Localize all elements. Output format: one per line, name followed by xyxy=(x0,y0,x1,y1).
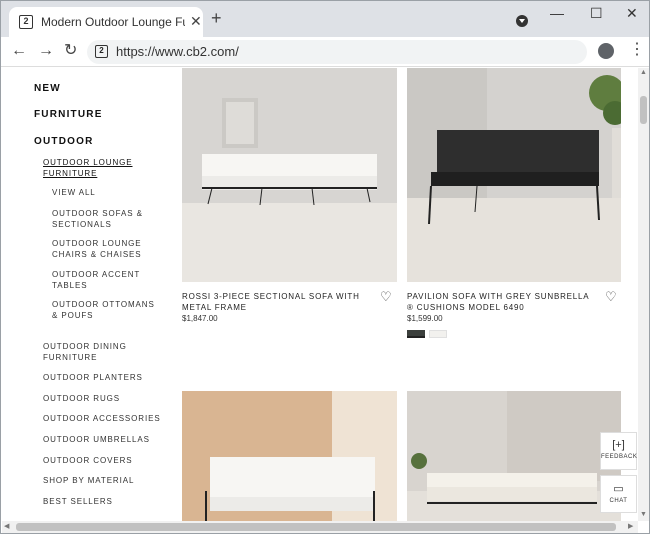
product-title[interactable]: ROSSI 3-PIECE SECTIONAL SOFA WITH METAL … xyxy=(182,291,378,313)
maximize-button[interactable]: ☐ xyxy=(590,5,603,22)
nav-shop-by-material[interactable]: SHOP BY MATERIAL xyxy=(43,475,163,486)
new-tab-button[interactable]: + xyxy=(211,9,222,27)
feedback-button[interactable]: [+] FEEDBACK xyxy=(600,432,637,470)
product-image-daybed-sofa[interactable] xyxy=(407,391,621,521)
scroll-left-icon[interactable]: ◀ xyxy=(4,522,9,530)
heart-icon[interactable]: ♡ xyxy=(605,290,617,303)
browser-menu-icon[interactable]: ⋮ xyxy=(629,41,645,59)
window-close-button[interactable]: ✕ xyxy=(626,5,638,22)
nav-outdoor-rugs[interactable]: OUTDOOR RUGS xyxy=(43,393,163,404)
minimize-button[interactable]: — xyxy=(550,5,564,21)
horizontal-scroll-thumb[interactable] xyxy=(16,523,616,531)
nav-outdoor[interactable]: OUTDOOR xyxy=(34,136,94,147)
tab-strip: 2 Modern Outdoor Lounge Furniture ✕ + — … xyxy=(1,1,649,37)
nav-outdoor-umbrellas[interactable]: OUTDOOR UMBRELLAS xyxy=(43,434,168,445)
color-swatch-dark[interactable] xyxy=(407,330,425,338)
vertical-scrollbar[interactable]: ▲ ▼ xyxy=(638,68,649,521)
product-price: $1,599.00 xyxy=(407,314,443,323)
feedback-label: FEEDBACK xyxy=(601,454,638,460)
product-image-rossi-sofa[interactable] xyxy=(182,68,397,282)
nav-outdoor-planters[interactable]: OUTDOOR PLANTERS xyxy=(43,372,163,383)
url-text[interactable]: https://www.cb2.com/ xyxy=(116,44,239,59)
nav-outdoor-accessories[interactable]: OUTDOOR ACCESSORIES xyxy=(43,413,168,424)
nav-outdoor-dining[interactable]: OUTDOOR DINING FURNITURE xyxy=(43,341,143,363)
scroll-right-icon[interactable]: ▶ xyxy=(628,522,633,530)
forward-arrow-icon[interactable]: → xyxy=(38,42,54,60)
tab-search-icon[interactable] xyxy=(516,15,528,27)
product-title[interactable]: PAVILION SOFA WITH GREY SUNBRELLA ® CUSH… xyxy=(407,291,597,313)
vertical-scroll-thumb[interactable] xyxy=(640,96,647,124)
browser-tab[interactable]: 2 Modern Outdoor Lounge Furniture ✕ xyxy=(9,7,203,37)
chat-icon: ▭ xyxy=(613,483,624,495)
nav-outdoor-lounge-chairs[interactable]: OUTDOOR LOUNGE CHAIRS & CHAISES xyxy=(52,238,152,260)
scroll-down-icon[interactable]: ▼ xyxy=(640,511,647,518)
chat-label: CHAT xyxy=(609,498,628,504)
scroll-up-icon[interactable]: ▲ xyxy=(640,69,647,76)
heart-icon[interactable]: ♡ xyxy=(380,290,392,303)
nav-furniture[interactable]: FURNITURE xyxy=(34,109,103,120)
horizontal-scrollbar[interactable]: ◀ ▶ xyxy=(2,521,638,533)
tab-title: Modern Outdoor Lounge Furniture xyxy=(41,15,185,29)
nav-view-all[interactable]: VIEW ALL xyxy=(52,187,152,198)
back-arrow-icon[interactable]: ← xyxy=(11,42,27,60)
address-bar[interactable]: 2 https://www.cb2.com/ xyxy=(87,40,587,64)
tab-close-icon[interactable]: ✕ xyxy=(190,14,202,28)
product-image-pavilion-sofa[interactable] xyxy=(407,68,621,282)
category-sidebar: NEW FURNITURE OUTDOOR OUTDOOR LOUNGE FUR… xyxy=(2,68,172,521)
nav-new[interactable]: NEW xyxy=(34,83,61,94)
feedback-icon: [+] xyxy=(612,439,625,451)
reload-icon[interactable]: ↻ xyxy=(64,42,77,60)
nav-outdoor-ottomans[interactable]: OUTDOOR OTTOMANS & POUFS xyxy=(52,299,162,321)
nav-outdoor-lounge-furniture[interactable]: OUTDOOR LOUNGE FURNITURE xyxy=(43,157,143,179)
color-swatch-light[interactable] xyxy=(429,330,447,338)
browser-toolbar: ← → ↻ 2 https://www.cb2.com/ ⋮ xyxy=(1,37,649,67)
cb2-favicon-icon: 2 xyxy=(19,15,33,29)
nav-outdoor-accent-tables[interactable]: OUTDOOR ACCENT TABLES xyxy=(52,269,152,291)
product-price: $1,847.00 xyxy=(182,314,218,323)
account-avatar-icon[interactable] xyxy=(598,43,614,59)
nav-outdoor-covers[interactable]: OUTDOOR COVERS xyxy=(43,455,163,466)
nav-best-sellers[interactable]: BEST SELLERS xyxy=(43,496,163,507)
browser-window: 2 Modern Outdoor Lounge Furniture ✕ + — … xyxy=(0,0,650,534)
product-image-outdoor-sofa[interactable] xyxy=(182,391,397,521)
site-info-icon[interactable]: 2 xyxy=(95,45,108,58)
nav-outdoor-sofas[interactable]: OUTDOOR SOFAS & SECTIONALS xyxy=(52,208,152,230)
chat-button[interactable]: ▭ CHAT xyxy=(600,475,637,513)
page-content: NEW FURNITURE OUTDOOR OUTDOOR LOUNGE FUR… xyxy=(2,68,638,521)
